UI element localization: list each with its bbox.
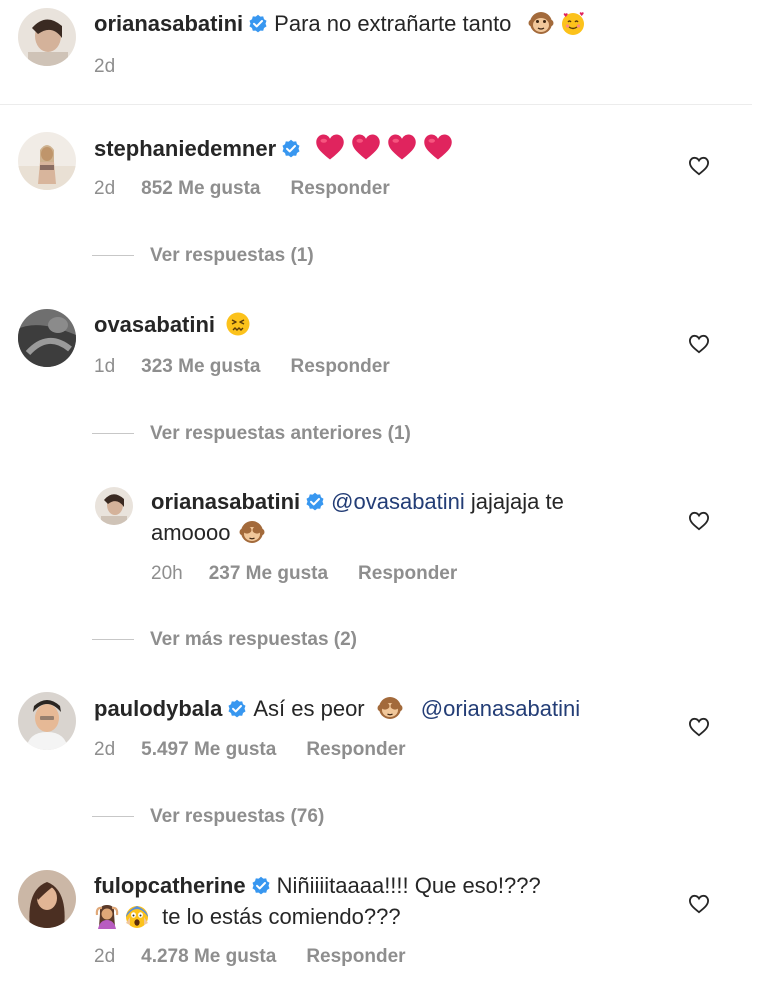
avatar[interactable] (18, 8, 76, 66)
divider (92, 433, 134, 435)
divider (92, 816, 134, 818)
username[interactable]: paulodybala (94, 696, 222, 721)
red-heart-emoji (315, 133, 345, 161)
reply-meta: 20h 237 Me gusta Responder (151, 561, 457, 587)
verified-badge-icon (305, 492, 325, 512)
reply-text: amoooo (151, 520, 231, 545)
view-replies-label: Ver más respuestas (2) (150, 629, 358, 650)
red-heart-emoji (423, 133, 453, 161)
username[interactable]: stephaniedemner (94, 136, 276, 161)
reply-button[interactable]: Responder (306, 944, 405, 970)
reply-button[interactable]: Responder (290, 354, 389, 380)
likes-count[interactable]: 852 Me gusta (141, 176, 260, 202)
timestamp[interactable]: 2d (94, 737, 115, 763)
verified-badge-icon (227, 699, 247, 719)
comment-text-line-1: fulopcatherine Niñiiiitaaaa!!!! Que eso!?… (94, 871, 541, 901)
like-heart-icon[interactable] (688, 334, 710, 354)
see-no-evil-monkey-emoji (377, 695, 403, 721)
username[interactable]: orianasabatini (94, 11, 243, 36)
view-previous-replies-button[interactable]: Ver respuestas anteriores (1) (92, 421, 411, 447)
comment-text: Así es peor (253, 696, 365, 721)
reply-text-line-1: orianasabatini @ovasabatini jajajaja te (151, 487, 564, 517)
caption-block: orianasabatini Para no extrañarte tanto 2… (0, 0, 752, 105)
timestamp[interactable]: 2d (94, 54, 115, 80)
view-replies-label: Ver respuestas (1) (150, 245, 314, 266)
likes-count[interactable]: 4.278 Me gusta (141, 944, 276, 970)
timestamp[interactable]: 2d (94, 176, 115, 202)
likes-count[interactable]: 237 Me gusta (209, 561, 328, 587)
avatar[interactable] (18, 870, 76, 928)
see-no-evil-monkey-emoji (239, 519, 265, 545)
comment-meta: 2d 852 Me gusta Responder (94, 176, 390, 202)
verified-badge-icon (248, 14, 268, 34)
avatar[interactable] (95, 487, 133, 525)
likes-count[interactable]: 323 Me gusta (141, 354, 260, 380)
caption-text-line: orianasabatini Para no extrañarte tanto (94, 9, 586, 39)
divider (92, 639, 134, 641)
view-more-replies-button[interactable]: Ver más respuestas (2) (92, 627, 357, 653)
comment-text-line: stephaniedemner (94, 133, 453, 164)
timestamp[interactable]: 1d (94, 354, 115, 380)
avatar[interactable] (18, 692, 76, 750)
persevering-face-emoji (225, 311, 251, 337)
like-heart-icon[interactable] (688, 511, 710, 531)
view-replies-button[interactable]: Ver respuestas (76) (92, 804, 324, 830)
comment-text-line-2: te lo estás comiendo??? (94, 902, 401, 932)
timestamp[interactable]: 2d (94, 944, 115, 970)
view-replies-label: Ver respuestas anteriores (1) (150, 423, 411, 444)
reply-text: jajajaja te (470, 489, 564, 514)
mention-link[interactable]: @ovasabatini (331, 489, 465, 514)
like-heart-icon[interactable] (688, 717, 710, 737)
reply-button[interactable]: Responder (358, 561, 457, 587)
comment-text-line: ovasabatini (94, 310, 251, 340)
verified-badge-icon (251, 876, 271, 896)
smiling-face-with-hearts-emoji (560, 10, 586, 36)
avatar[interactable] (18, 132, 76, 190)
comment-meta: 2d 4.278 Me gusta Responder (94, 944, 406, 970)
view-replies-button[interactable]: Ver respuestas (1) (92, 243, 314, 269)
reply-text-line-2: amoooo (151, 518, 265, 548)
comment-meta: 2d 5.497 Me gusta Responder (94, 737, 406, 763)
username[interactable]: ovasabatini (94, 312, 215, 337)
username[interactable]: fulopcatherine (94, 873, 246, 898)
reply-button[interactable]: Responder (290, 176, 389, 202)
caption-meta: 2d (94, 54, 115, 80)
comment-text: Niñiiiitaaaa!!!! Que eso!??? (276, 873, 541, 898)
view-replies-label: Ver respuestas (76) (150, 806, 325, 827)
comment-text-line: paulodybala Así es peor @orianasabatini (94, 694, 580, 724)
likes-count[interactable]: 5.497 Me gusta (141, 737, 276, 763)
face-screaming-in-fear-emoji (124, 903, 150, 929)
timestamp[interactable]: 20h (151, 561, 183, 587)
red-heart-emoji (387, 133, 417, 161)
like-heart-icon[interactable] (688, 894, 710, 914)
like-heart-icon[interactable] (688, 156, 710, 176)
verified-badge-icon (281, 139, 301, 159)
mention-link[interactable]: @orianasabatini (421, 696, 580, 721)
avatar[interactable] (18, 309, 76, 367)
username[interactable]: orianasabatini (151, 489, 300, 514)
red-heart-emoji (351, 133, 381, 161)
divider (92, 255, 134, 257)
monkey-face-emoji (528, 10, 554, 36)
caption-text: Para no extrañarte tanto (274, 11, 512, 36)
comment-meta: 1d 323 Me gusta Responder (94, 354, 390, 380)
comment-text: te lo estás comiendo??? (162, 904, 401, 929)
reply-button[interactable]: Responder (306, 737, 405, 763)
woman-gesturing-ok-emoji (94, 903, 120, 929)
